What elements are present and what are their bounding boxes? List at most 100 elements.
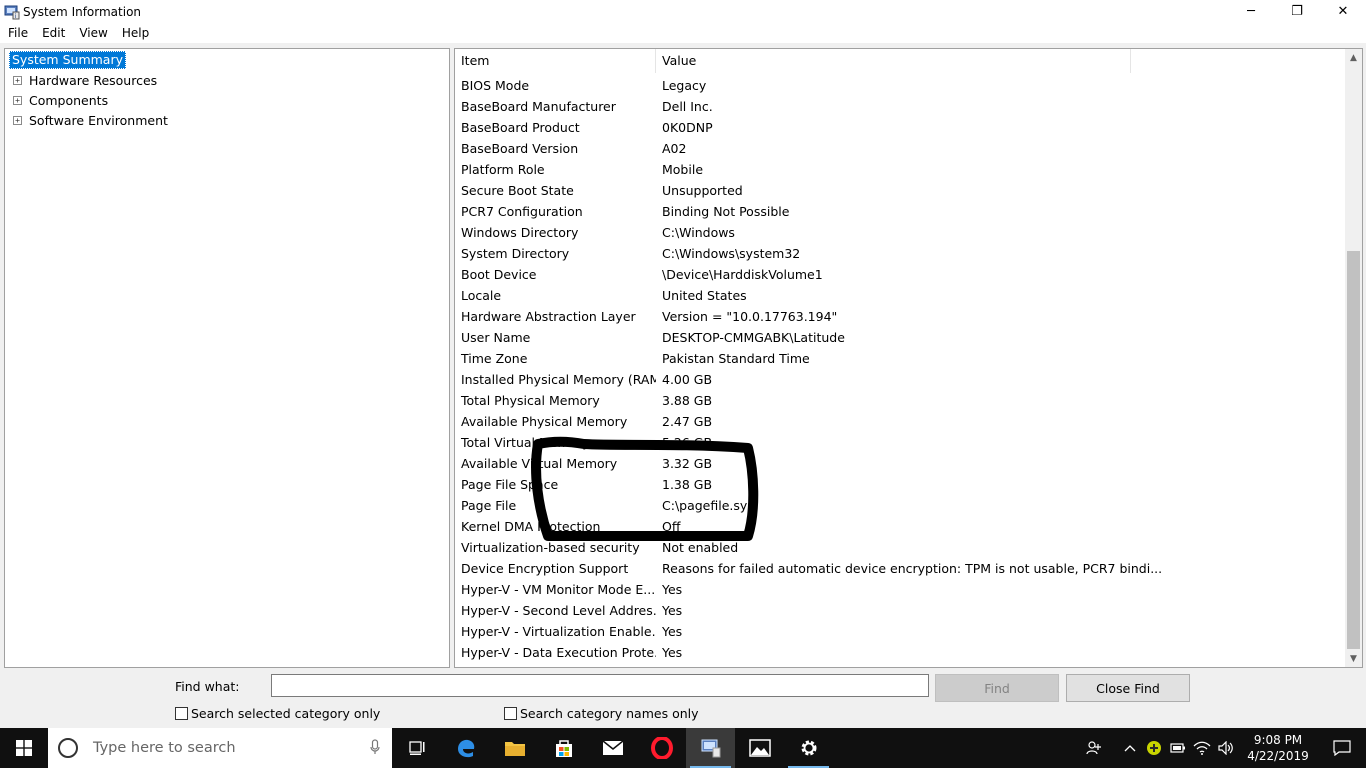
tree-item-software-environment[interactable]: + Software Environment <box>9 111 168 129</box>
scroll-down-icon[interactable]: ▼ <box>1345 650 1362 667</box>
expand-icon[interactable]: + <box>13 115 22 125</box>
checkbox-label: Search category names only <box>520 706 699 721</box>
table-row[interactable]: BaseBoard Version A02 <box>455 138 1347 159</box>
scroll-up-icon[interactable]: ▲ <box>1345 49 1362 66</box>
taskbar-search[interactable]: Type here to search <box>48 728 392 768</box>
task-view-icon[interactable] <box>392 728 441 768</box>
category-tree[interactable]: System Summary + Hardware Resources + Co… <box>4 48 450 668</box>
system-information-icon: i <box>4 4 20 20</box>
table-row[interactable]: Page File C:\pagefile.sys <box>455 495 1347 516</box>
expand-icon[interactable]: + <box>13 95 22 105</box>
table-row[interactable]: Time Zone Pakistan Standard Time <box>455 348 1347 369</box>
table-row[interactable]: Available Physical Memory 2.47 GB <box>455 411 1347 432</box>
table-row[interactable]: Installed Physical Memory (RAM) 4.00 GB <box>455 369 1347 390</box>
table-row[interactable]: Locale United States <box>455 285 1347 306</box>
table-row[interactable]: Device Encryption Support Reasons for fai… <box>455 558 1347 579</box>
details-list[interactable]: Item Value BIOS Mode Legacy BaseBoard Manu… <box>454 48 1363 668</box>
battery-icon[interactable] <box>1166 742 1190 754</box>
row-item: User Name <box>461 330 531 345</box>
row-item: Total Physical Memory <box>461 393 600 408</box>
photos-icon[interactable] <box>735 728 784 768</box>
close-find-button[interactable]: Close Find <box>1066 674 1190 702</box>
start-button[interactable] <box>0 728 48 768</box>
table-row[interactable]: Virtualization-based security Not enabled <box>455 537 1347 558</box>
tree-item-label: Hardware Resources <box>29 72 158 88</box>
restore-button[interactable]: ❐ <box>1274 0 1320 23</box>
opera-browser-icon[interactable] <box>637 728 686 768</box>
search-selected-category-option[interactable]: Search selected category only <box>175 706 380 721</box>
table-row[interactable]: Hardware Abstraction Layer Version = "10.… <box>455 306 1347 327</box>
settings-gear-icon[interactable] <box>784 728 833 768</box>
row-value: Binding Not Possible <box>662 204 790 219</box>
table-row[interactable]: Total Virtual Memory 5.26 GB <box>455 432 1347 453</box>
search-category-names-checkbox[interactable] <box>504 707 517 720</box>
clock-time: 9:08 PM <box>1253 733 1303 747</box>
table-row[interactable]: User Name DESKTOP-CMMGABK\Latitude <box>455 327 1347 348</box>
volume-icon[interactable] <box>1214 741 1238 755</box>
table-row[interactable]: Platform Role Mobile <box>455 159 1347 180</box>
row-item: Windows Directory <box>461 225 579 240</box>
table-row[interactable]: BIOS Mode Legacy <box>455 75 1347 96</box>
wifi-icon[interactable] <box>1190 741 1214 755</box>
tree-item-components[interactable]: + Components <box>9 91 108 109</box>
find-button[interactable]: Find <box>935 674 1059 702</box>
chevron-up-icon[interactable] <box>1118 744 1142 752</box>
edge-browser-icon[interactable] <box>441 728 490 768</box>
table-row[interactable]: Total Physical Memory 3.88 GB <box>455 390 1347 411</box>
taskbar-clock[interactable]: 9:08 PM 4/22/2019 <box>1238 732 1318 764</box>
row-item: Platform Role <box>461 162 545 177</box>
action-center-icon[interactable] <box>1318 740 1366 756</box>
table-row[interactable]: PCR7 Configuration Binding Not Possible <box>455 201 1347 222</box>
table-row[interactable]: Page File Space 1.38 GB <box>455 474 1347 495</box>
menu-file[interactable]: File <box>1 23 35 43</box>
search-selected-category-checkbox[interactable] <box>175 707 188 720</box>
row-value: C:\Windows\system32 <box>662 246 801 261</box>
file-explorer-icon[interactable] <box>490 728 539 768</box>
security-shield-icon[interactable] <box>1142 740 1166 756</box>
table-row[interactable]: Kernel DMA Protection Off <box>455 516 1347 537</box>
vertical-scrollbar[interactable]: ▲ ▼ <box>1345 49 1362 667</box>
table-row[interactable]: BaseBoard Product 0K0DNP <box>455 117 1347 138</box>
tree-item-system-summary[interactable]: System Summary <box>9 51 126 69</box>
close-button[interactable]: ✕ <box>1320 0 1366 23</box>
search-category-names-option[interactable]: Search category names only <box>504 706 699 721</box>
find-label: Find what: <box>175 679 240 694</box>
mail-icon[interactable] <box>588 728 637 768</box>
table-row[interactable]: System Directory C:\Windows\system32 <box>455 243 1347 264</box>
column-header-item[interactable]: Item <box>455 49 656 73</box>
microphone-icon[interactable] <box>370 739 380 759</box>
row-value: 1.38 GB <box>662 477 713 492</box>
minimize-button[interactable]: ─ <box>1228 0 1274 23</box>
table-row[interactable]: Available Virtual Memory 3.32 GB <box>455 453 1347 474</box>
table-row[interactable]: Hyper-V - VM Monitor Mode E... Yes <box>455 579 1347 600</box>
table-row[interactable]: Hyper-V - Second Level Addres... Yes <box>455 600 1347 621</box>
table-row[interactable]: Boot Device \Device\HarddiskVolume1 <box>455 264 1347 285</box>
table-row[interactable]: BaseBoard Manufacturer Dell Inc. <box>455 96 1347 117</box>
store-icon[interactable] <box>539 728 588 768</box>
find-input[interactable] <box>271 674 929 697</box>
menu-view[interactable]: View <box>72 23 114 43</box>
tree-item-hardware-resources[interactable]: + Hardware Resources <box>9 71 157 89</box>
row-item: Device Encryption Support <box>461 561 629 576</box>
expand-icon[interactable]: + <box>13 75 22 85</box>
menu-edit[interactable]: Edit <box>35 23 72 43</box>
row-item: Boot Device <box>461 267 537 282</box>
table-row[interactable]: Secure Boot State Unsupported <box>455 180 1347 201</box>
row-value: Mobile <box>662 162 704 177</box>
menu-help[interactable]: Help <box>115 23 156 43</box>
row-item: Virtualization-based security <box>461 540 640 555</box>
window-title: System Information <box>23 4 142 19</box>
scroll-thumb[interactable] <box>1347 251 1360 649</box>
column-header-value[interactable]: Value <box>656 49 1131 73</box>
row-value: Dell Inc. <box>662 99 713 114</box>
system-information-taskbar-icon[interactable] <box>686 728 735 768</box>
row-value: C:\pagefile.sys <box>662 498 754 513</box>
table-row[interactable]: Hyper-V - Data Execution Prote... Yes <box>455 642 1347 663</box>
table-row[interactable]: Windows Directory C:\Windows <box>455 222 1347 243</box>
table-row[interactable]: Hyper-V - Virtualization Enable... Yes <box>455 621 1347 642</box>
row-item: Hyper-V - Virtualization Enable... <box>461 624 656 639</box>
row-value: Yes <box>662 645 683 660</box>
taskbar: Type here to search 9:08 PM 4/22/2019 <box>0 728 1366 768</box>
people-icon[interactable] <box>1082 740 1106 756</box>
row-value: Version = "10.0.17763.194" <box>662 309 838 324</box>
